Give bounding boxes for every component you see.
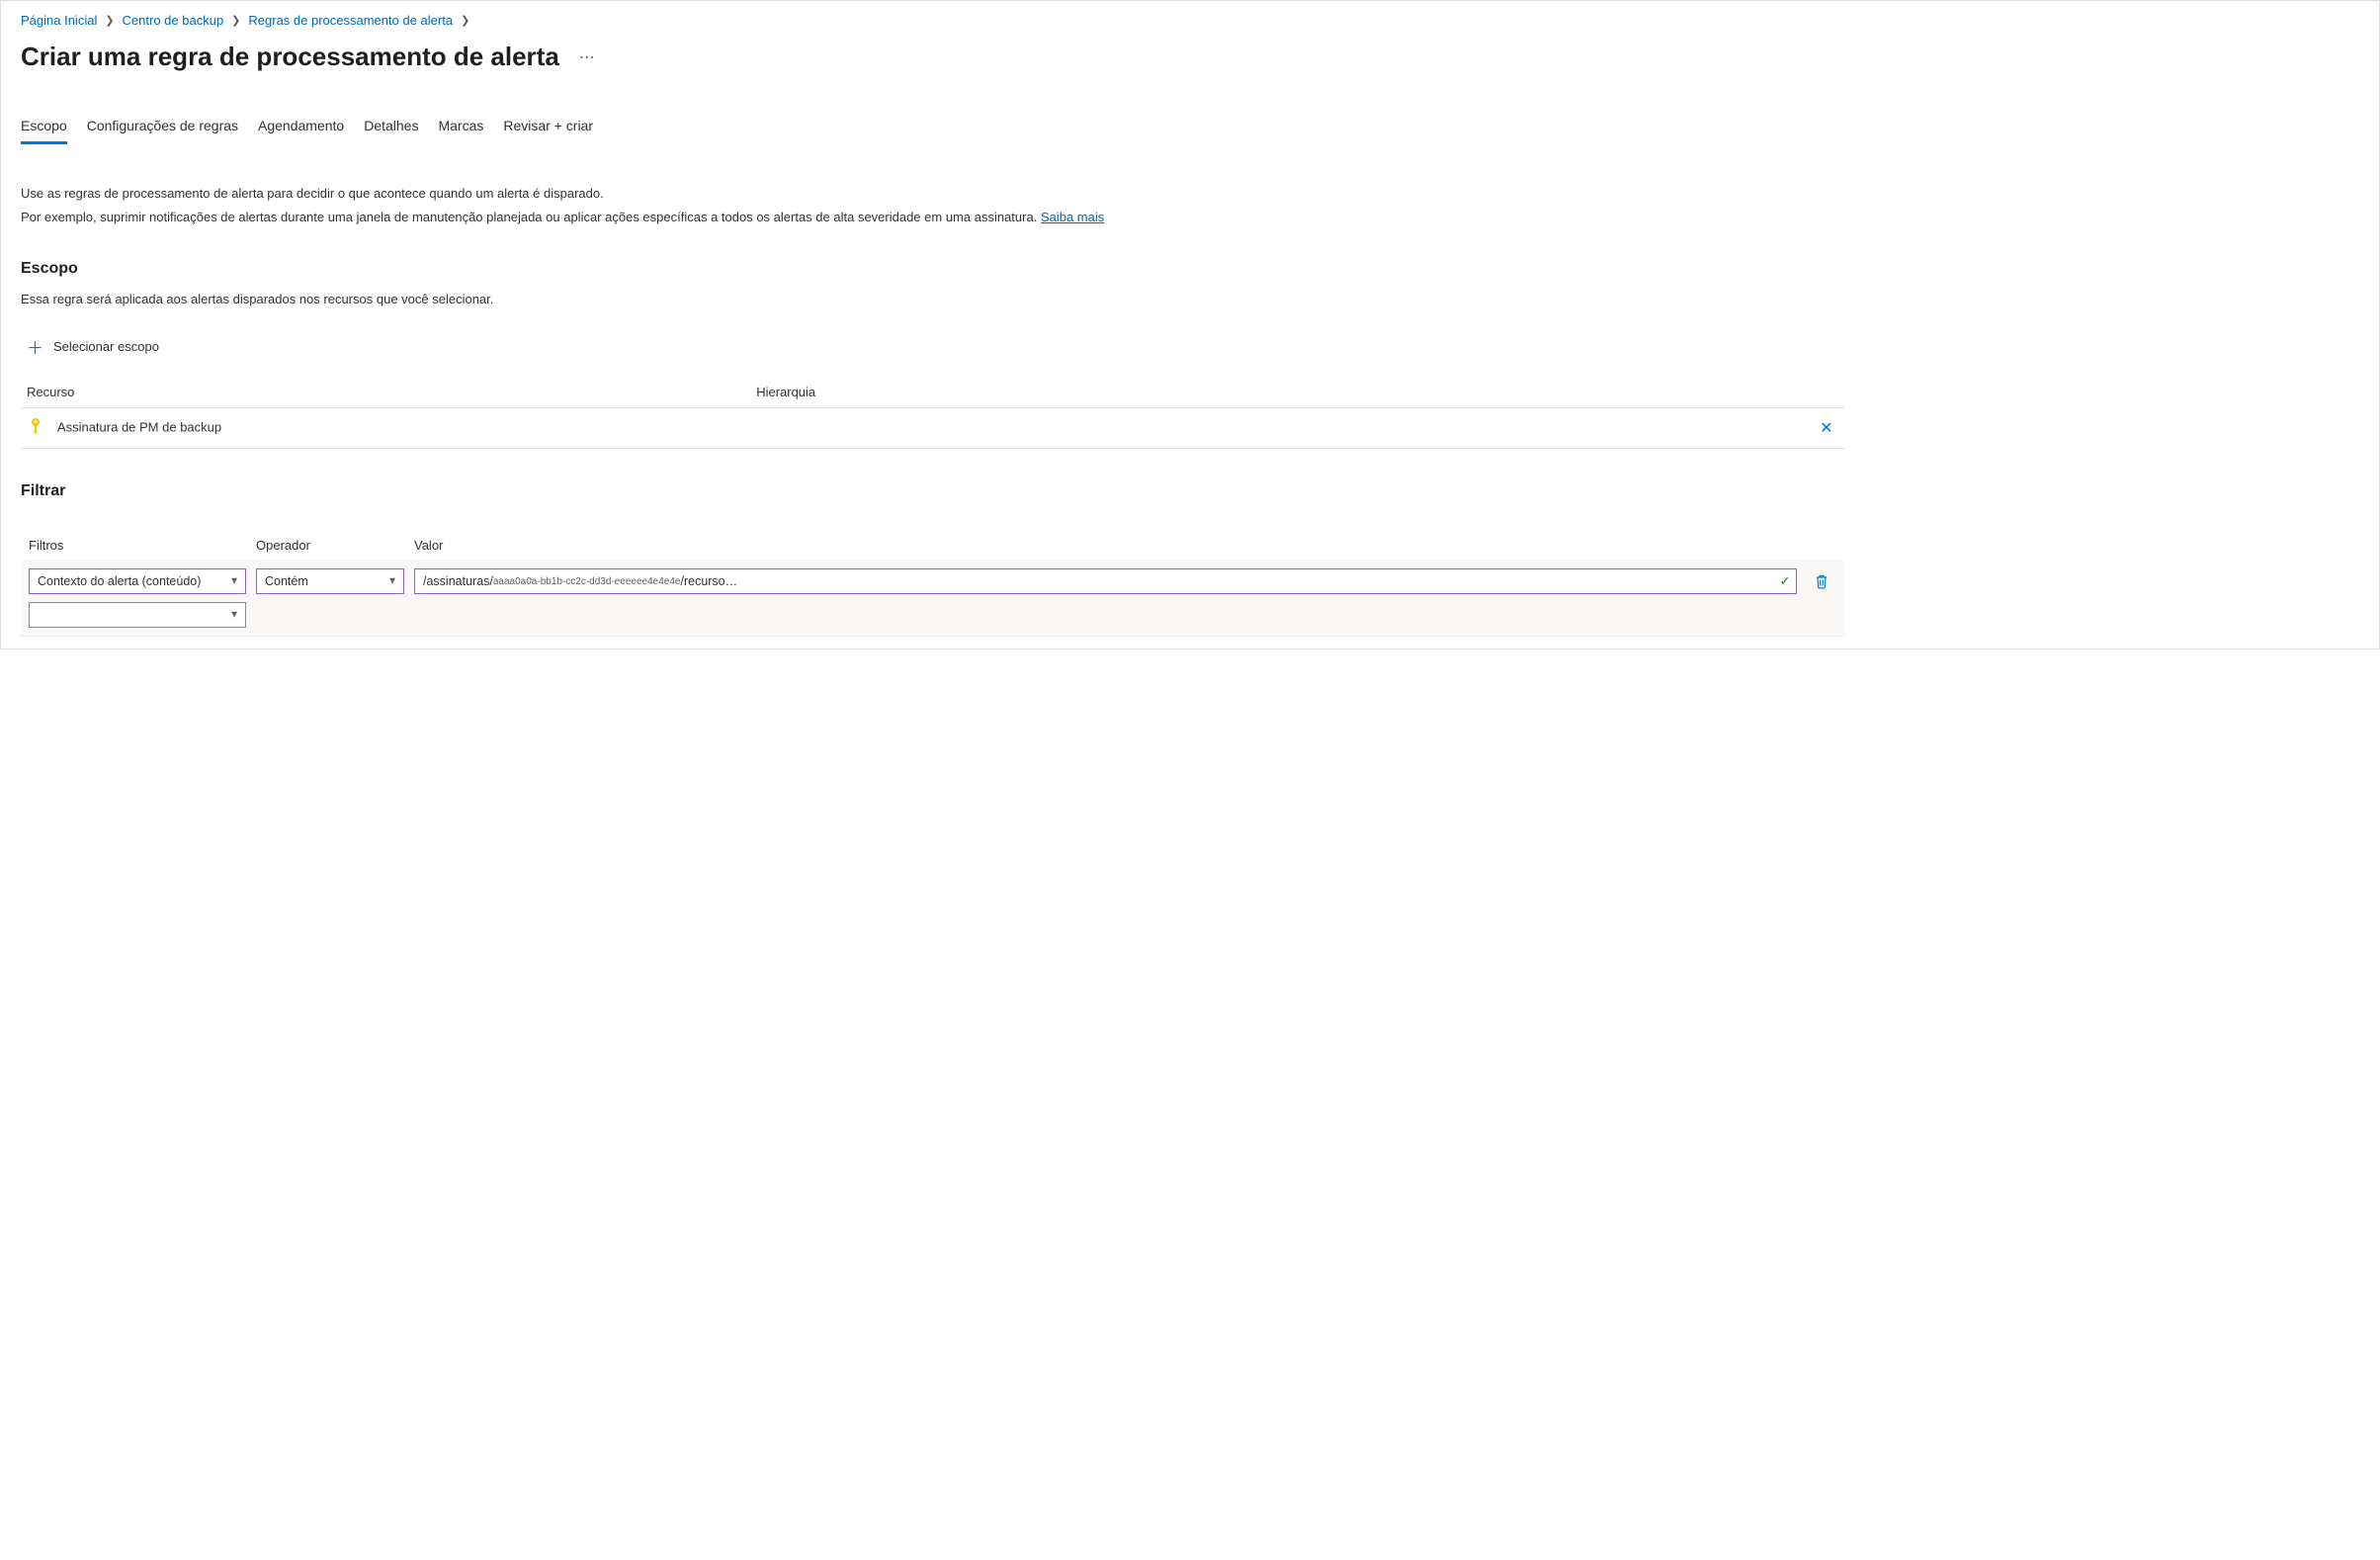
chevron-down-icon: ▼	[229, 610, 239, 621]
chevron-down-icon: ▼	[229, 576, 239, 587]
filter-rows: Contexto do alerta (conteúdo) ▼ Contém ▼…	[21, 561, 1844, 637]
tab-details[interactable]: Detalhes	[364, 112, 418, 144]
select-scope-button[interactable]: ＋ Selecionar escopo	[21, 330, 159, 363]
tab-scope[interactable]: Escopo	[21, 112, 67, 144]
delete-filter-button[interactable]	[1807, 571, 1836, 591]
filter-operator-value: Contém	[265, 574, 308, 588]
intro-line-2-text: Por exemplo, suprimir notificações de al…	[21, 210, 1041, 224]
col-operator: Operador	[256, 538, 404, 553]
chevron-right-icon: ❯	[231, 14, 240, 27]
more-actions-button[interactable]: ⋯	[573, 45, 602, 69]
chevron-right-icon: ❯	[461, 14, 469, 27]
page-title: Criar uma regra de processamento de aler…	[21, 42, 559, 72]
tab-rule-settings[interactable]: Configurações de regras	[87, 112, 238, 144]
tabs: Escopo Configurações de regras Agendamen…	[21, 112, 2359, 144]
remove-scope-button[interactable]: ✕	[1814, 416, 1838, 440]
plus-icon: ＋	[27, 334, 43, 359]
breadcrumb: Página Inicial ❯ Centro de backup ❯ Regr…	[21, 13, 2359, 28]
trash-icon	[1815, 573, 1828, 589]
scope-row-name: Assinatura de PM de backup	[57, 419, 221, 434]
filter-row-empty: ▼	[29, 602, 1836, 628]
filter-type-value: Contexto do alerta (conteúdo)	[38, 574, 201, 588]
tab-tags[interactable]: Marcas	[438, 112, 483, 144]
col-value: Valor	[414, 538, 1797, 553]
tab-review-create[interactable]: Revisar + criar	[503, 112, 593, 144]
filter-value-guid: aaaa0a0a-bb1b-cc2c-dd3d-eeeeee4e4e4e	[493, 576, 681, 587]
check-icon: ✓	[1780, 573, 1791, 589]
filter-value-prefix: /assinaturas/	[423, 574, 493, 588]
scope-section-desc: Essa regra será aplicada aos alertas dis…	[21, 292, 2359, 306]
filter-section: Filtros Operador Valor Contexto do alert…	[21, 538, 1844, 637]
filter-section-title: Filtrar	[21, 482, 2359, 500]
tab-scheduling[interactable]: Agendamento	[258, 112, 344, 144]
chevron-down-icon: ▼	[387, 576, 397, 587]
filter-operator-select[interactable]: Contém ▼	[256, 568, 404, 594]
breadcrumb-home[interactable]: Página Inicial	[21, 13, 97, 28]
filter-row: Contexto do alerta (conteúdo) ▼ Contém ▼…	[29, 568, 1836, 594]
intro-line-2: Por exemplo, suprimir notificações de al…	[21, 208, 2359, 227]
filter-type-select[interactable]: Contexto do alerta (conteúdo) ▼	[29, 568, 246, 594]
filter-value-input[interactable]: /assinaturas/aaaa0a0a-bb1b-cc2c-dd3d-eee…	[414, 568, 1797, 594]
add-filter-select[interactable]: ▼	[29, 602, 246, 628]
scope-section-title: Escopo	[21, 260, 2359, 278]
chevron-right-icon: ❯	[105, 14, 114, 27]
page-title-row: Criar uma regra de processamento de aler…	[21, 42, 2359, 72]
filter-headers: Filtros Operador Valor	[21, 538, 1844, 561]
breadcrumb-alert-rules[interactable]: Regras de processamento de alerta	[248, 13, 453, 28]
learn-more-link[interactable]: Saiba mais	[1041, 210, 1104, 224]
scope-table-row: Assinatura de PM de backup ✕	[21, 408, 1844, 449]
scope-table: Recurso Hierarquia Assinatura de PM de b…	[21, 377, 1844, 449]
col-resource: Recurso	[21, 377, 750, 408]
col-hierarchy: Hierarquia	[750, 377, 1805, 408]
col-filters: Filtros	[29, 538, 246, 553]
filter-value-suffix: /recurso…	[680, 574, 737, 588]
intro-line-1: Use as regras de processamento de alerta…	[21, 184, 2359, 204]
breadcrumb-backup-center[interactable]: Centro de backup	[123, 13, 224, 28]
key-icon	[27, 418, 44, 438]
select-scope-label: Selecionar escopo	[53, 339, 159, 354]
